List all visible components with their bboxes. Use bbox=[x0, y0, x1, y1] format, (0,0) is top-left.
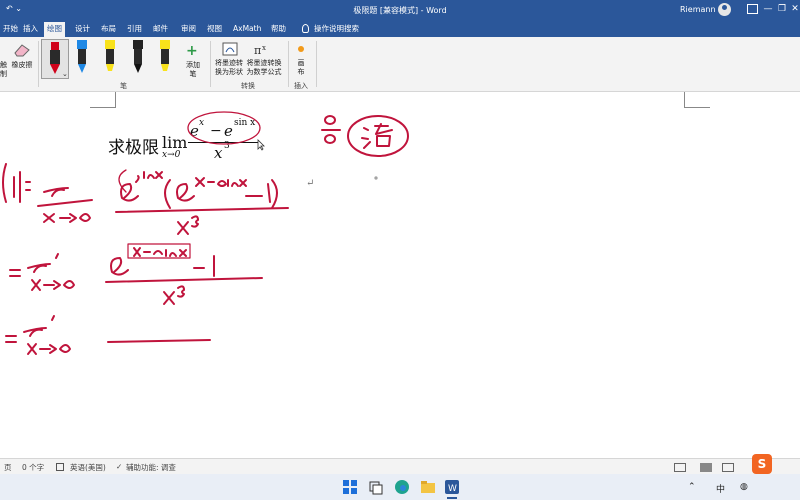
accessibility-status[interactable]: 辅助功能: 调查 bbox=[126, 462, 176, 473]
ink-left-bracket bbox=[2, 163, 7, 203]
ink-line-3 bbox=[5, 315, 211, 355]
blue-pen-icon[interactable] bbox=[74, 40, 90, 76]
tab-home[interactable]: 开始 bbox=[0, 22, 21, 37]
tab-draw[interactable]: 绘图 bbox=[44, 22, 65, 37]
red-pen-icon: ⌄ bbox=[50, 42, 68, 78]
ribbon-tabs: 开始 插入 绘图 设计 布局 引用 邮件 审阅 视图 AxMath 帮助 操作说… bbox=[0, 20, 800, 37]
tab-mailings[interactable]: 邮件 bbox=[150, 22, 171, 37]
tab-insert[interactable]: 插入 bbox=[20, 22, 41, 37]
svg-text:π: π bbox=[254, 44, 261, 57]
tab-layout[interactable]: 布局 bbox=[98, 22, 119, 37]
tell-me-search[interactable]: 操作说明搜索 bbox=[314, 23, 359, 34]
print-layout-icon[interactable] bbox=[700, 463, 712, 472]
touch-draw-label[interactable]: 触 制 bbox=[0, 61, 8, 79]
ink-oval-numerator bbox=[187, 111, 261, 145]
tab-view[interactable]: 视图 bbox=[204, 22, 225, 37]
proofing-icon[interactable] bbox=[56, 463, 64, 471]
document-canvas[interactable]: 求极限 lim x→0 e x − e sin x x 3 ↵ bbox=[0, 92, 800, 458]
taskbar: W ⌃ 中 ◍ bbox=[0, 474, 800, 500]
add-pen-label[interactable]: 添加 笔 bbox=[180, 61, 206, 79]
web-layout-icon[interactable] bbox=[722, 463, 734, 472]
sogou-ime-icon[interactable]: S bbox=[752, 454, 772, 474]
title-bar: ↶ ⌄ 极限题 [兼容模式] - Word Riemann — ❐ ✕ bbox=[0, 0, 800, 20]
svg-text:x: x bbox=[262, 44, 266, 52]
canvas-label[interactable]: 画 布 bbox=[294, 59, 308, 77]
ime-indicator[interactable]: 中 bbox=[716, 482, 725, 495]
read-mode-icon[interactable] bbox=[674, 463, 686, 472]
ink-to-math-label[interactable]: 将墨迹转换 为数学公式 bbox=[244, 59, 284, 77]
ink-annotations[interactable] bbox=[0, 92, 800, 458]
ink-line-2 bbox=[9, 243, 263, 305]
ink-line-1 bbox=[37, 169, 289, 235]
convert-group-label: 转换 bbox=[241, 82, 255, 90]
canvas-icon[interactable] bbox=[298, 46, 304, 52]
tab-references[interactable]: 引用 bbox=[124, 22, 145, 37]
close-button[interactable]: ✕ bbox=[789, 3, 800, 15]
network-icon[interactable]: ◍ bbox=[740, 482, 748, 492]
ink-lhopital-mark bbox=[347, 115, 409, 157]
edge-browser-icon[interactable] bbox=[394, 479, 410, 495]
windows-start-icon[interactable] bbox=[342, 479, 358, 495]
tab-review[interactable]: 审阅 bbox=[178, 22, 199, 37]
ink-zero-over-zero bbox=[321, 115, 341, 144]
group-separator bbox=[38, 41, 39, 87]
draw-ribbon: 触 制 橡皮擦 ⌄ + 添加 笔 笔 将墨迹转 换为形状 π x 将墨迹转换 为… bbox=[0, 37, 800, 92]
ribbon-display-options-button[interactable] bbox=[747, 4, 758, 14]
status-bar: 页 0 个字 英语(美国) ✓ 辅助功能: 调查 bbox=[0, 458, 800, 474]
user-name[interactable]: Riemann bbox=[680, 5, 716, 14]
restore-button[interactable]: ❐ bbox=[776, 3, 788, 15]
black-pen-icon[interactable] bbox=[130, 40, 146, 76]
tray-overflow-icon[interactable]: ⌃ bbox=[688, 482, 696, 492]
svg-text:⌄: ⌄ bbox=[62, 70, 68, 78]
avatar[interactable] bbox=[718, 3, 731, 16]
ink-to-math-icon[interactable]: π x bbox=[253, 41, 273, 59]
yellow-pen-icon[interactable] bbox=[157, 40, 173, 76]
tab-help[interactable]: 帮助 bbox=[268, 22, 289, 37]
group-separator bbox=[316, 41, 317, 87]
word-app-icon[interactable]: W bbox=[444, 479, 460, 495]
ink-to-shape-icon[interactable] bbox=[222, 42, 240, 58]
accessibility-icon[interactable]: ✓ bbox=[116, 462, 122, 471]
add-pen-icon[interactable]: + bbox=[186, 43, 198, 59]
tab-design[interactable]: 设计 bbox=[72, 22, 93, 37]
page-count[interactable]: 页 bbox=[4, 462, 12, 473]
task-view-icon[interactable] bbox=[368, 479, 384, 495]
group-separator bbox=[288, 41, 289, 87]
group-separator bbox=[210, 41, 211, 87]
lightbulb-icon bbox=[302, 24, 309, 33]
word-count[interactable]: 0 个字 bbox=[22, 462, 44, 473]
language[interactable]: 英语(美国) bbox=[70, 462, 106, 473]
pens-group-label: 笔 bbox=[120, 82, 127, 90]
ink-to-shape-label[interactable]: 将墨迹转 换为形状 bbox=[212, 59, 246, 77]
svg-text:W: W bbox=[448, 484, 457, 494]
eraser-icon[interactable] bbox=[13, 42, 31, 58]
file-explorer-icon[interactable] bbox=[420, 479, 436, 495]
word-window: ↶ ⌄ 极限题 [兼容模式] - Word Riemann — ❐ ✕ 开始 插… bbox=[0, 0, 800, 500]
insert-group-label: 插入 bbox=[294, 82, 308, 90]
tab-axmath[interactable]: AxMath bbox=[230, 22, 264, 37]
yellow-highlighter-icon[interactable] bbox=[102, 40, 118, 76]
minimize-button[interactable]: — bbox=[762, 3, 774, 15]
eraser-label[interactable]: 橡皮擦 bbox=[8, 61, 36, 70]
active-app-indicator bbox=[447, 497, 457, 499]
pen-red-selected[interactable]: ⌄ bbox=[41, 39, 69, 79]
